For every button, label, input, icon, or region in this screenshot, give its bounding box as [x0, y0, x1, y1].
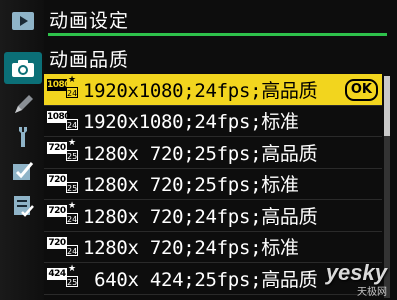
list-item[interactable]: 1080 ★ 24 1920x1080;24fps;高品质 OK: [44, 74, 382, 106]
movie-quality-icon: 424 ★ 25: [47, 264, 78, 288]
scrollbar-thumb[interactable]: [384, 76, 390, 136]
watermark-subtext: 天极网: [357, 287, 387, 298]
list-item-label: 1280x 720;24fps;高品质: [83, 205, 318, 228]
wrench-icon[interactable]: [10, 124, 36, 150]
menu-sidebar: [0, 0, 44, 300]
movie-quality-icon: 1080 ★ 24: [47, 75, 78, 99]
list-item[interactable]: 720 24 1280x 720;24fps;标准: [44, 232, 382, 263]
movie-quality-icon: 720 ★ 25: [47, 138, 78, 162]
camera-menu-screen: 动画设定 动画品质 1080 ★ 24 1920x1080;24fps;高品质 …: [0, 0, 397, 300]
list-item[interactable]: 720 ★ 25 1280x 720;25fps;高品质: [44, 137, 382, 169]
list-item[interactable]: 1080 24 1920x1080;24fps;标准: [44, 106, 382, 137]
movie-quality-icon: 1080 24: [47, 110, 78, 130]
menu-header: 动画设定: [44, 0, 397, 36]
list-item[interactable]: 720 ★ 24 1280x 720;24fps;高品质: [44, 200, 382, 232]
header-divider: [48, 33, 387, 36]
list-item[interactable]: 720 25 1280x 720;25fps;标准: [44, 169, 382, 200]
playback-icon[interactable]: [10, 8, 36, 34]
ok-button[interactable]: OK: [344, 79, 378, 101]
my-menu-icon[interactable]: [10, 192, 36, 218]
list-item-label: 640x 424;25fps;高品质: [83, 268, 318, 291]
checkmark-icon[interactable]: [10, 158, 36, 184]
page-title: 动画设定: [49, 10, 130, 32]
movie-quality-icon: 720 24: [47, 236, 78, 256]
pencil-icon[interactable]: [10, 92, 36, 118]
list-item-label: 1280x 720;25fps;高品质: [83, 142, 318, 165]
movie-quality-icon: 720 ★ 24: [47, 201, 78, 225]
menu-subtitle: 动画品质: [49, 49, 130, 71]
list-item-label: 1280x 720;25fps;标准: [83, 174, 299, 197]
list-item-label: 1280x 720;24fps;标准: [83, 237, 299, 260]
list-item-label: 1920x1080;24fps;标准: [83, 111, 299, 134]
list-item-label: 1920x1080;24fps;高品质: [83, 79, 318, 102]
movie-quality-icon: 720 25: [47, 173, 78, 193]
camera-icon[interactable]: [10, 55, 36, 81]
